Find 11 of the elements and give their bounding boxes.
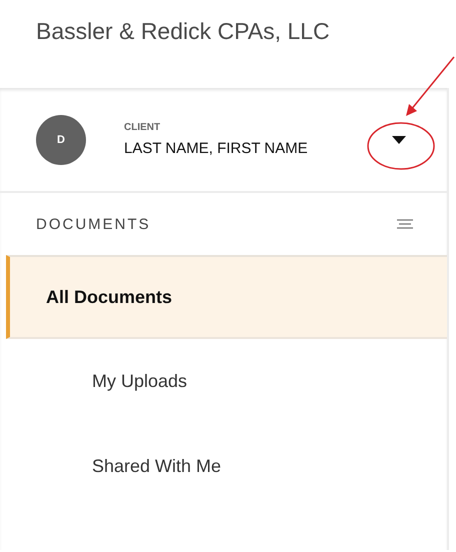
nav-item[interactable]: All Documents bbox=[6, 255, 447, 339]
client-avatar: D bbox=[36, 114, 86, 164]
menu-icon[interactable] bbox=[397, 219, 413, 229]
documents-heading: DOCUMENTS bbox=[36, 216, 151, 232]
client-label: CLIENT bbox=[124, 122, 162, 133]
client-name: LAST NAME, FIRST NAME bbox=[124, 140, 309, 157]
company-title: Bassler & Redick CPAs, LLC bbox=[36, 18, 330, 44]
nav-item[interactable]: My Uploads bbox=[6, 339, 447, 424]
nav-item[interactable]: Shared With Me bbox=[6, 424, 447, 509]
annotation-arrow bbox=[404, 55, 456, 117]
caret-icon bbox=[392, 136, 406, 144]
